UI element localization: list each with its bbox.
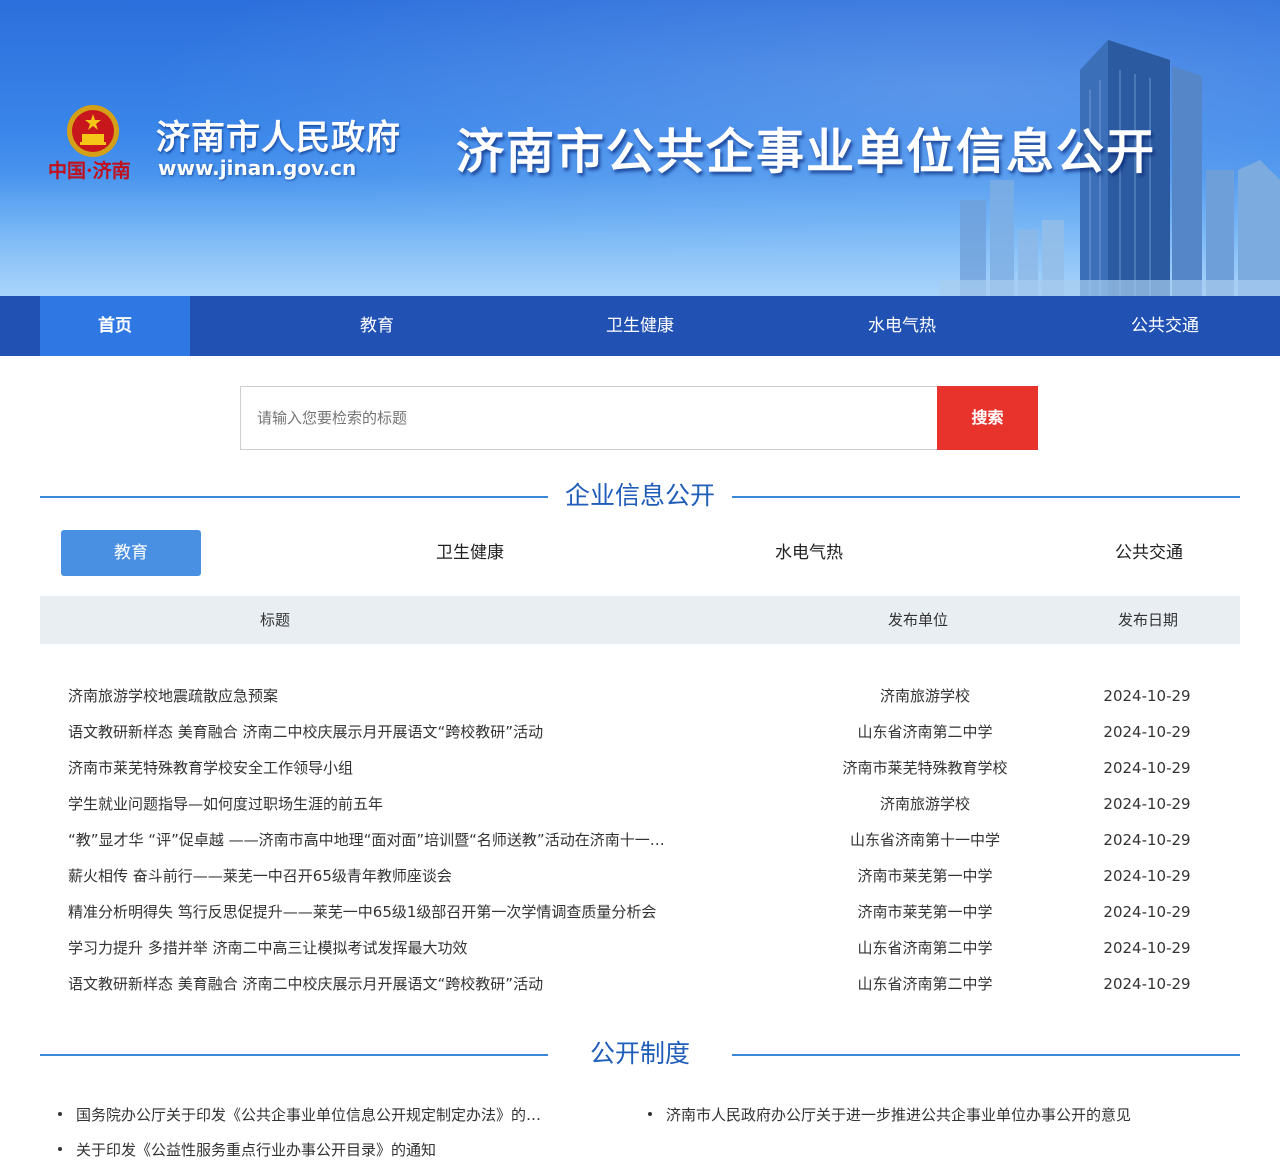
search-button[interactable]: 搜索 (937, 386, 1038, 450)
tab-health[interactable]: 卫生健康 (400, 530, 540, 576)
info-list: 济南旅游学校地震疏散应急预案 济南旅游学校 2024-10-29 语文教研新样态… (40, 678, 1240, 1002)
tab-education[interactable]: 教育 (61, 530, 201, 576)
column-header-title: 标题 (260, 611, 291, 629)
gov-name-logo[interactable]: 济南市人民政府 (156, 110, 401, 159)
table-row[interactable]: 精准分析明得失 笃行反思促提升——莱芜一中65级1级部召开第一次学情调查质量分析… (40, 894, 1240, 930)
table-row[interactable]: 济南市莱芜特殊教育学校安全工作领导小组 济南市莱芜特殊教育学校 2024-10-… (40, 750, 1240, 786)
site-title: 济南市公共企事业单位信息公开 (456, 124, 1157, 180)
enterprise-section-heading: 企业信息公开 (0, 478, 1280, 514)
policy-link[interactable]: 济南市人民政府办公厅关于进一步推进公共企事业单位办事公开的意见 (648, 1100, 1228, 1130)
nav-item-home[interactable]: 首页 (40, 296, 190, 356)
row-unit: 济南旅游学校 (879, 795, 970, 813)
row-title-link[interactable]: 学生就业问题指导—如何度过职场生涯的前五年 (68, 786, 778, 822)
policy-link[interactable]: 国务院办公厅关于印发《公共企事业单位信息公开规定制定办法》的… (58, 1100, 598, 1130)
row-title-link[interactable]: 薪火相传 奋斗前行——莱芜一中召开65级青年教师座谈会 (68, 858, 778, 894)
row-date: 2024-10-29 (1103, 723, 1191, 741)
row-title-link[interactable]: “教”显才华 “评”促卓越 ——济南市高中地理“面对面”培训暨“名师送教”活动在… (68, 822, 778, 858)
row-date: 2024-10-29 (1103, 687, 1191, 705)
row-date: 2024-10-29 (1103, 795, 1191, 813)
row-unit: 济南市莱芜特殊教育学校 (842, 759, 1008, 777)
row-unit: 山东省济南第二中学 (857, 939, 993, 957)
row-date: 2024-10-29 (1103, 759, 1191, 777)
row-date: 2024-10-29 (1103, 903, 1191, 921)
policy-section-heading: 公开制度 (0, 1036, 1280, 1072)
emblem-caption: 中国·济南 (48, 160, 131, 182)
row-unit: 济南旅游学校 (879, 687, 970, 705)
policy-link[interactable]: 关于印发《公益性服务重点行业办事公开目录》的通知 (58, 1135, 598, 1165)
row-title-link[interactable]: 精准分析明得失 笃行反思促提升——莱芜一中65级1级部召开第一次学情调查质量分析… (68, 894, 778, 930)
nav-item-utilities[interactable]: 水电气热 (827, 296, 977, 356)
table-row[interactable]: 语文教研新样态 美育融合 济南二中校庆展示月开展语文“跨校教研”活动 山东省济南… (40, 714, 1240, 750)
policy-link-text[interactable]: 济南市人民政府办公厅关于进一步推进公共企事业单位办事公开的意见 (666, 1106, 1131, 1124)
search-input[interactable] (240, 386, 938, 450)
enterprise-section-title: 企业信息公开 (564, 481, 715, 510)
row-title-link[interactable]: 济南旅游学校地震疏散应急预案 (68, 678, 778, 714)
row-title-link[interactable]: 济南市莱芜特殊教育学校安全工作领导小组 (68, 750, 778, 786)
row-unit: 山东省济南第二中学 (857, 723, 993, 741)
table-row[interactable]: 学生就业问题指导—如何度过职场生涯的前五年 济南旅游学校 2024-10-29 (40, 786, 1240, 822)
gov-url[interactable]: www.jinan.gov.cn (158, 156, 356, 180)
header-banner: 中国·济南 济南市人民政府 www.jinan.gov.cn 济南市公共企事业单… (0, 0, 1280, 296)
bullet-dot-icon (58, 1147, 62, 1151)
row-date: 2024-10-29 (1103, 867, 1191, 885)
national-emblem-icon (67, 105, 119, 157)
row-unit: 山东省济南第二中学 (857, 975, 993, 993)
bullet-dot-icon (58, 1112, 62, 1116)
bullet-dot-icon (648, 1112, 652, 1116)
tab-transport[interactable]: 公共交通 (1079, 530, 1219, 576)
nav-item-education[interactable]: 教育 (302, 296, 452, 356)
table-row[interactable]: 语文教研新样态 美育融合 济南二中校庆展示月开展语文“跨校教研”活动 山东省济南… (40, 966, 1240, 1002)
row-unit: 济南市莱芜第一中学 (857, 903, 993, 921)
row-unit: 济南市莱芜第一中学 (857, 867, 993, 885)
row-title-link[interactable]: 语文教研新样态 美育融合 济南二中校庆展示月开展语文“跨校教研”活动 (68, 714, 778, 750)
policy-link-text[interactable]: 关于印发《公益性服务重点行业办事公开目录》的通知 (76, 1141, 436, 1159)
policy-section-title: 公开制度 (589, 1039, 690, 1068)
row-date: 2024-10-29 (1103, 939, 1191, 957)
table-row[interactable]: 学习力提升 多措并举 济南二中高三让模拟考试发挥最大功效 山东省济南第二中学 2… (40, 930, 1240, 966)
row-unit: 山东省济南第十一中学 (849, 831, 1000, 849)
table-header: 标题 发布单位 发布日期 (40, 596, 1240, 644)
row-date: 2024-10-29 (1103, 975, 1191, 993)
tab-utilities[interactable]: 水电气热 (739, 530, 879, 576)
table-row[interactable]: 薪火相传 奋斗前行——莱芜一中召开65级青年教师座谈会 济南市莱芜第一中学 20… (40, 858, 1240, 894)
main-nav: 首页 教育 卫生健康 水电气热 公共交通 (0, 296, 1280, 356)
row-date: 2024-10-29 (1103, 831, 1191, 849)
nav-item-transport[interactable]: 公共交通 (1090, 296, 1240, 356)
nav-item-health[interactable]: 卫生健康 (565, 296, 715, 356)
column-header-date: 发布日期 (1118, 611, 1179, 629)
policy-link-text[interactable]: 国务院办公厅关于印发《公共企事业单位信息公开规定制定办法》的… (76, 1106, 541, 1124)
row-title-link[interactable]: 学习力提升 多措并举 济南二中高三让模拟考试发挥最大功效 (68, 930, 778, 966)
table-row[interactable]: “教”显才华 “评”促卓越 ——济南市高中地理“面对面”培训暨“名师送教”活动在… (40, 822, 1240, 858)
column-header-unit: 发布单位 (888, 611, 949, 629)
row-title-link[interactable]: 语文教研新样态 美育融合 济南二中校庆展示月开展语文“跨校教研”活动 (68, 966, 778, 1002)
table-row[interactable]: 济南旅游学校地震疏散应急预案 济南旅游学校 2024-10-29 (40, 678, 1240, 714)
